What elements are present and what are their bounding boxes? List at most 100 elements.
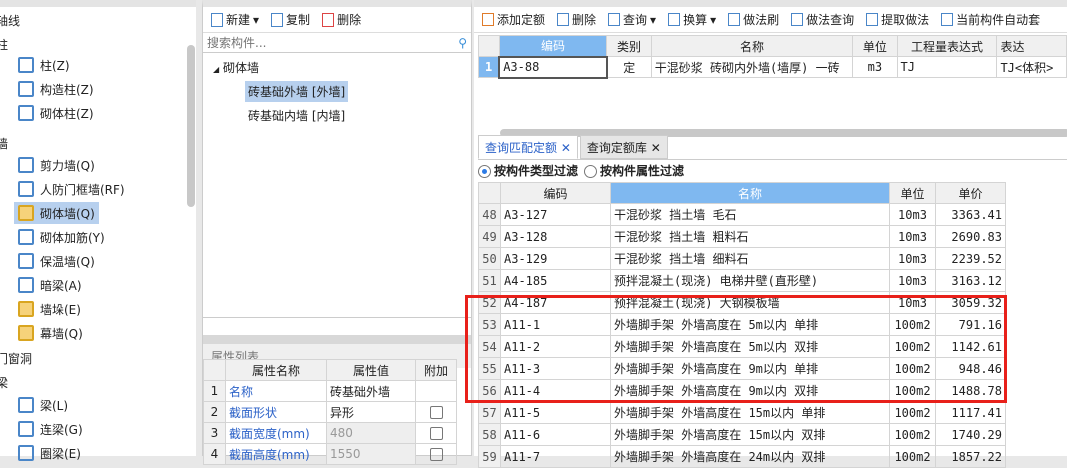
delete-button[interactable]: 删除 [553, 9, 600, 30]
component-type-item[interactable]: 人防门框墙(RF) [14, 178, 129, 200]
collapse-icon[interactable]: ◢ [213, 65, 219, 74]
component-type-item[interactable]: 保温墙(Q) [14, 250, 99, 272]
table-row[interactable]: 54 A11-2 外墙脚手架 外墙高度在 5m以内 双排 100m2 1142.61 [478, 335, 1006, 358]
price-cell[interactable]: 2239.52 [935, 247, 1006, 270]
code-cell[interactable]: A3-129 [500, 247, 611, 270]
name-cell[interactable]: 外墙脚手架 外墙高度在 9m以内 单排 [610, 357, 890, 380]
component-type-item[interactable]: 剪力墙(Q) [14, 154, 99, 176]
price-cell[interactable]: 1142.61 [935, 335, 1006, 358]
unit-cell[interactable]: 10m3 [889, 247, 936, 270]
category-wall[interactable]: 墙 [0, 135, 8, 152]
tree-item-inner-wall[interactable]: 砖基础内墙 [内墙] [245, 105, 348, 126]
component-type-item[interactable]: 砌体加筋(Y) [14, 226, 109, 248]
code-cell[interactable]: A11-6 [500, 423, 611, 446]
name-cell[interactable]: 预拌混凝土(现浇) 电梯井壁(直形壁) [610, 269, 890, 292]
component-type-item[interactable]: 圈梁(E) [14, 442, 85, 464]
property-value[interactable]: 砖基础外墙 [326, 380, 416, 402]
price-cell[interactable]: 1488.78 [935, 379, 1006, 402]
unit-cell[interactable]: 100m2 [889, 423, 936, 446]
unit-cell[interactable]: 100m2 [889, 445, 936, 468]
name-cell[interactable]: 干混砂浆 挡土墙 毛石 [610, 203, 890, 226]
name-cell[interactable]: 外墙脚手架 外墙高度在 24m以内 双排 [610, 445, 890, 468]
unit-cell[interactable]: 10m3 [889, 225, 936, 248]
add-quota-button[interactable]: 添加定额 [478, 9, 549, 30]
close-icon[interactable]: ✕ [651, 141, 661, 155]
name-cell[interactable]: 外墙脚手架 外墙高度在 9m以内 双排 [610, 379, 890, 402]
expression-cell[interactable]: TJ [896, 56, 998, 78]
component-type-item[interactable]: 连梁(G) [14, 418, 87, 440]
unit-cell[interactable]: 10m3 [889, 269, 936, 292]
new-button[interactable]: 新建 ▾ [207, 9, 263, 30]
category-opening[interactable]: 门窗洞 [0, 350, 32, 367]
code-cell[interactable]: A11-2 [500, 335, 611, 358]
table-row[interactable]: 48 A3-127 干混砂浆 挡土墙 毛石 10m3 3363.41 [478, 203, 1006, 226]
method-brush-button[interactable]: 做法刷 [724, 9, 783, 30]
extra-checkbox[interactable] [429, 427, 443, 440]
code-cell[interactable]: A3-128 [500, 225, 611, 248]
filter-by-type-radio[interactable]: 按构件类型过滤 [478, 162, 578, 179]
code-cell[interactable]: A3-127 [500, 203, 611, 226]
table-row[interactable]: 59 A11-7 外墙脚手架 外墙高度在 24m以内 双排 100m2 1857.22 [478, 445, 1006, 468]
table-row[interactable]: 58 A11-6 外墙脚手架 外墙高度在 15m以内 双排 100m2 1740.29 [478, 423, 1006, 446]
price-cell[interactable]: 1740.29 [935, 423, 1006, 446]
table-row[interactable]: 55 A11-3 外墙脚手架 外墙高度在 9m以内 单排 100m2 948.46 [478, 357, 1006, 380]
property-row[interactable]: 3 截面宽度(mm) 480 [203, 422, 457, 444]
filter-by-attribute-radio[interactable]: 按构件属性过滤 [584, 162, 684, 179]
copy-button[interactable]: 复制 [267, 9, 314, 30]
table-row[interactable]: 52 A4-187 预拌混凝土(现浇) 大钢模板墙 10m3 3059.32 [478, 291, 1006, 314]
name-cell[interactable]: 外墙脚手架 外墙高度在 5m以内 单排 [610, 313, 890, 336]
tree-node-masonry-wall[interactable]: ◢ 砌体墙 [213, 59, 259, 76]
component-type-item[interactable]: 砌体柱(Z) [14, 102, 98, 124]
property-row[interactable]: 1 名称 砖基础外墙 [203, 380, 457, 402]
code-cell[interactable]: A11-1 [500, 313, 611, 336]
extra-checkbox[interactable] [429, 406, 443, 419]
category-axis[interactable]: 轴线 [0, 12, 20, 29]
name-cell[interactable]: 外墙脚手架 外墙高度在 15m以内 单排 [610, 401, 890, 424]
unit-cell[interactable]: 10m3 [889, 203, 936, 226]
name-cell[interactable]: 干混砂浆 挡土墙 粗料石 [610, 225, 890, 248]
component-type-item[interactable]: 柱(Z) [14, 54, 74, 76]
code-cell[interactable]: A11-4 [500, 379, 611, 402]
price-cell[interactable]: 3163.12 [935, 269, 1006, 292]
table-row[interactable]: 57 A11-5 外墙脚手架 外墙高度在 15m以内 单排 100m2 1117.41 [478, 401, 1006, 424]
code-cell[interactable]: A3-88 [498, 55, 608, 79]
name-cell[interactable]: 干混砂浆 砖砌内外墙(墙厚) 一砖 [650, 56, 854, 78]
search-icon[interactable]: ⚲ [458, 36, 467, 50]
code-cell[interactable]: A4-185 [500, 269, 611, 292]
component-type-item[interactable]: 构造柱(Z) [14, 78, 98, 100]
property-value[interactable]: 480 [326, 422, 416, 444]
property-value[interactable]: 异形 [326, 401, 416, 423]
price-cell[interactable]: 3059.32 [935, 291, 1006, 314]
convert-button[interactable]: 换算 ▾ [664, 9, 720, 30]
price-cell[interactable]: 3363.41 [935, 203, 1006, 226]
unit-cell[interactable]: 100m2 [889, 313, 936, 336]
extra-checkbox[interactable] [429, 448, 443, 461]
auto-apply-button[interactable]: 当前构件自动套 [937, 9, 1044, 30]
tab-match-quota[interactable]: 查询匹配定额 ✕ [478, 135, 578, 159]
table-row[interactable]: 1 A3-88 定 干混砂浆 砖砌内外墙(墙厚) 一砖 m3 TJ TJ<体积> [478, 55, 1067, 79]
type-cell[interactable]: 定 [606, 56, 652, 78]
name-cell[interactable]: 预拌混凝土(现浇) 大钢模板墙 [610, 291, 890, 314]
tree-item-outer-wall[interactable]: 砖基础外墙 [外墙] [245, 81, 349, 102]
query-button[interactable]: 查询 ▾ [604, 9, 660, 30]
property-row[interactable]: 4 截面高度(mm) 1550 [203, 443, 457, 465]
extract-method-button[interactable]: 提取做法 [862, 9, 933, 30]
table-row[interactable]: 56 A11-4 外墙脚手架 外墙高度在 9m以内 双排 100m2 1488.78 [478, 379, 1006, 402]
component-type-item[interactable]: 暗梁(A) [14, 274, 86, 296]
table-row[interactable]: 49 A3-128 干混砂浆 挡土墙 粗料石 10m3 2690.83 [478, 225, 1006, 248]
component-type-item[interactable]: 梁(L) [14, 394, 72, 416]
unit-cell[interactable]: m3 [852, 56, 898, 78]
unit-cell[interactable]: 100m2 [889, 357, 936, 380]
component-type-item[interactable]: 砌体墙(Q) [14, 202, 99, 224]
delete-button[interactable]: 删除 [318, 9, 365, 30]
price-cell[interactable]: 1857.22 [935, 445, 1006, 468]
category-column[interactable]: 柱 [0, 36, 8, 53]
table-row[interactable]: 53 A11-1 外墙脚手架 外墙高度在 5m以内 单排 100m2 791.16 [478, 313, 1006, 336]
search-input[interactable] [207, 35, 459, 50]
price-cell[interactable]: 1117.41 [935, 401, 1006, 424]
unit-cell[interactable]: 100m2 [889, 401, 936, 424]
close-icon[interactable]: ✕ [561, 141, 571, 155]
code-cell[interactable]: A11-5 [500, 401, 611, 424]
scrollbar[interactable] [187, 45, 195, 207]
tab-quota-library[interactable]: 查询定额库 ✕ [579, 135, 668, 159]
